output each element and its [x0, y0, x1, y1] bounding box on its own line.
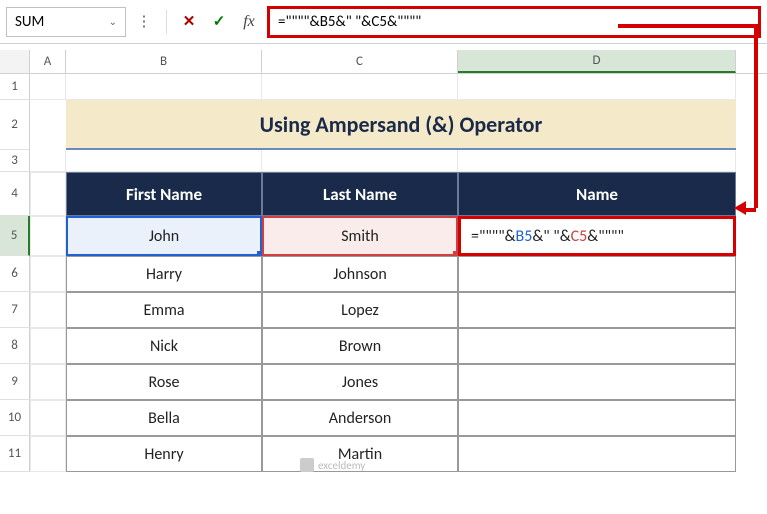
col-header-D[interactable]: D: [458, 50, 736, 73]
cell-C11[interactable]: Martin: [262, 436, 458, 472]
header-first-name[interactable]: First Name: [66, 172, 262, 216]
row-header-8[interactable]: 8: [0, 328, 30, 364]
header-name[interactable]: Name: [458, 172, 736, 216]
header-last-name[interactable]: Last Name: [262, 172, 458, 216]
row-1: 1: [0, 74, 767, 100]
cell-A1[interactable]: [30, 74, 66, 100]
cell-B10[interactable]: Bella: [66, 400, 262, 436]
cell-A11[interactable]: [30, 436, 66, 472]
formula-part: =""""&: [471, 227, 516, 246]
formula-part: &"""": [587, 227, 624, 246]
cell-C9[interactable]: Jones: [262, 364, 458, 400]
cell-D7[interactable]: [458, 292, 736, 328]
callout-line-vert: [754, 24, 758, 208]
row-11: 11 Henry Martin: [0, 436, 767, 472]
col-header-B[interactable]: B: [66, 50, 262, 73]
row-10: 10 Bella Anderson: [0, 400, 767, 436]
row-header-2[interactable]: 2: [0, 100, 30, 150]
row-header-4[interactable]: 4: [0, 172, 30, 216]
col-header-C[interactable]: C: [262, 50, 458, 73]
cell-A5[interactable]: [30, 216, 66, 256]
cell-C6[interactable]: Johnson: [262, 256, 458, 292]
cell-A2[interactable]: [30, 100, 66, 150]
title-cell[interactable]: Using Ampersand (&) Operator: [66, 100, 736, 150]
formula-ref-c5: C5: [571, 227, 588, 246]
formula-input-highlight: =""""&B5&" "&C5&"""": [267, 6, 761, 38]
cell-D3[interactable]: [458, 150, 736, 172]
cell-C5[interactable]: Smith: [262, 216, 458, 256]
cell-D8[interactable]: [458, 328, 736, 364]
cell-D5[interactable]: =""""&B5&" "&C5&"""": [458, 216, 736, 256]
cell-C7[interactable]: Lopez: [262, 292, 458, 328]
callout-line-top: [618, 24, 756, 28]
cell-A3[interactable]: [30, 150, 66, 172]
row-8: 8 Nick Brown: [0, 328, 767, 364]
spreadsheet-grid: A B C D 1 2 Using Ampersand (&) Operator…: [0, 50, 767, 514]
name-box[interactable]: SUM ⌄: [6, 7, 126, 37]
row-3: 3: [0, 150, 767, 172]
formula-input[interactable]: =""""&B5&" "&C5&"""": [278, 13, 421, 31]
row-header-10[interactable]: 10: [0, 400, 30, 436]
cell-B8[interactable]: Nick: [66, 328, 262, 364]
cell-D9[interactable]: [458, 364, 736, 400]
formula-part: &" "&: [532, 227, 570, 246]
cell-D11[interactable]: [458, 436, 736, 472]
row-6: 6 Harry Johnson: [0, 256, 767, 292]
row-2: 2 Using Ampersand (&) Operator: [0, 100, 767, 150]
enter-button[interactable]: ✓: [207, 10, 231, 34]
cell-B1[interactable]: [66, 74, 262, 100]
cancel-button[interactable]: ✕: [177, 10, 201, 34]
cell-A6[interactable]: [30, 256, 66, 292]
row-4: 4 First Name Last Name Name: [0, 172, 767, 216]
cell-D1[interactable]: [458, 74, 736, 100]
cell-B3[interactable]: [66, 150, 262, 172]
formula-bar: SUM ⌄ ⋮ ✕ ✓ fx =""""&B5&" "&C5&"""": [0, 0, 767, 44]
cell-A7[interactable]: [30, 292, 66, 328]
row-9: 9 Rose Jones: [0, 364, 767, 400]
row-header-3[interactable]: 3: [0, 150, 30, 172]
cell-A9[interactable]: [30, 364, 66, 400]
cell-B6[interactable]: Harry: [66, 256, 262, 292]
row-header-6[interactable]: 6: [0, 256, 30, 292]
row-header-11[interactable]: 11: [0, 436, 30, 472]
arrow-icon: [734, 201, 746, 215]
select-all-corner[interactable]: [0, 50, 30, 73]
cell-B5[interactable]: John: [66, 216, 262, 256]
cell-C10[interactable]: Anderson: [262, 400, 458, 436]
row-5: 5 John Smith =""""&B5&" "&C5&"""": [0, 216, 767, 256]
separator: [166, 10, 167, 34]
cell-C1[interactable]: [262, 74, 458, 100]
row-header-5[interactable]: 5: [0, 216, 30, 256]
column-headers: A B C D: [0, 50, 767, 74]
cell-B9[interactable]: Rose: [66, 364, 262, 400]
dots-icon: ⋮: [132, 10, 156, 34]
col-header-A[interactable]: A: [30, 50, 66, 73]
cell-C8[interactable]: Brown: [262, 328, 458, 364]
row-7: 7 Emma Lopez: [0, 292, 767, 328]
cell-D10[interactable]: [458, 400, 736, 436]
row-header-7[interactable]: 7: [0, 292, 30, 328]
row-header-1[interactable]: 1: [0, 74, 30, 100]
cell-A10[interactable]: [30, 400, 66, 436]
row-header-9[interactable]: 9: [0, 364, 30, 400]
cell-B11[interactable]: Henry: [66, 436, 262, 472]
cell-B7[interactable]: Emma: [66, 292, 262, 328]
cell-A4[interactable]: [30, 172, 66, 216]
cell-D6[interactable]: [458, 256, 736, 292]
chevron-down-icon[interactable]: ⌄: [109, 15, 117, 28]
formula-ref-b5: B5: [516, 227, 533, 246]
cell-A8[interactable]: [30, 328, 66, 364]
fx-icon[interactable]: fx: [237, 10, 261, 34]
name-box-value: SUM: [15, 13, 109, 31]
cell-C3[interactable]: [262, 150, 458, 172]
